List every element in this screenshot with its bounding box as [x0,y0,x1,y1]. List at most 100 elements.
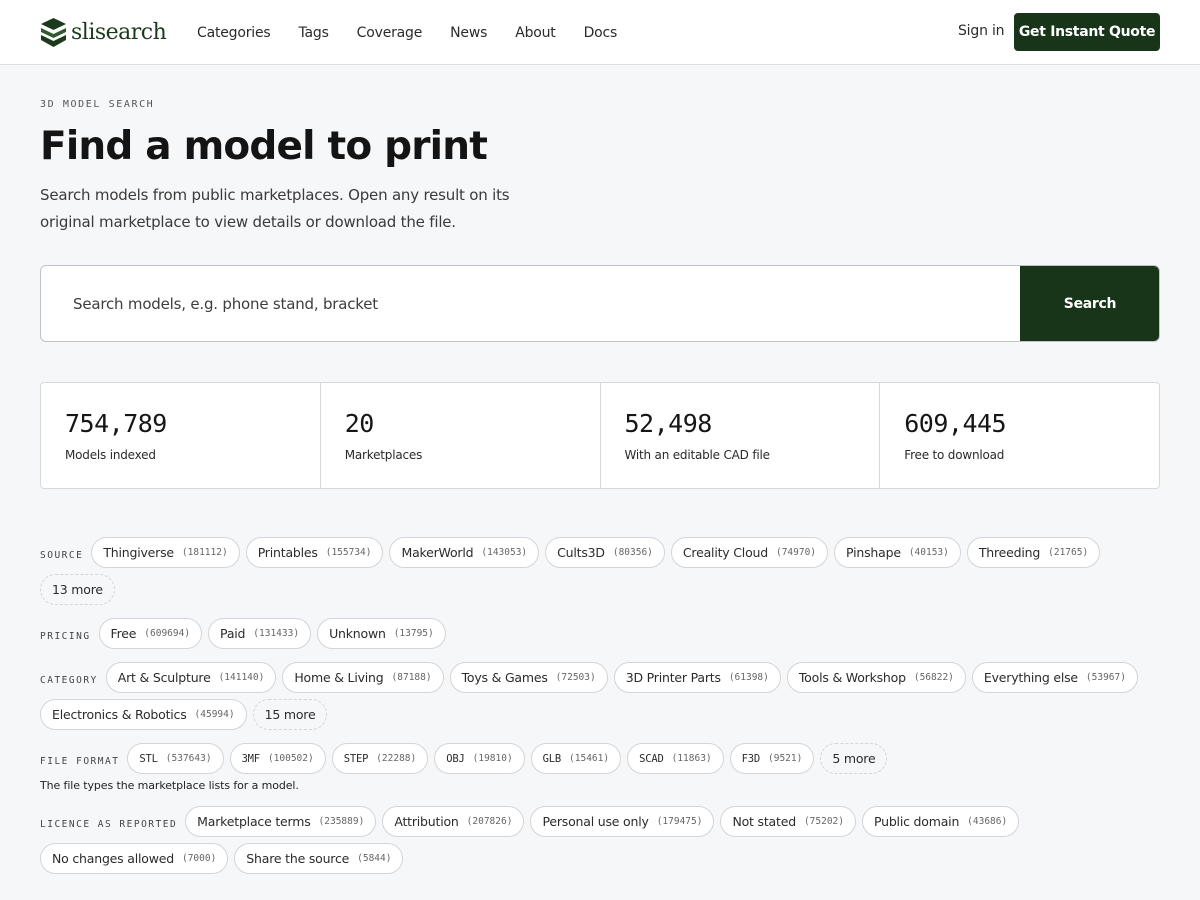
filter-row-licence: LICENCE AS REPORTED Marketplace terms (23… [40,806,1160,880]
chip-count: (5844) [357,853,392,864]
stat-models-indexed: 754,789 Models indexed [41,383,321,488]
filter-chip[interactable]: Attribution (207826) [382,806,525,837]
chip-name: Personal use only [542,814,649,829]
stat-value: 609,445 [904,409,1007,438]
page-subtitle: Search models from public marketplaces. … [40,186,510,231]
filter-chip[interactable]: GLB (15461) [530,743,622,774]
filter-chip[interactable]: Thingiverse (181112) [91,537,240,568]
chip-name: Toys & Games [461,670,548,685]
stat-value: 52,498 [624,409,713,438]
nav-docs[interactable]: Docs [584,25,618,41]
filter-chip[interactable]: Toys & Games (72503) [449,662,608,693]
chip-name: No changes allowed [52,851,174,866]
chip-count: (100502) [267,753,314,764]
filter-chip[interactable]: Cults3D (80356) [545,537,665,568]
filter-chip[interactable]: Threeding (21765) [966,537,1101,568]
chip-name: OBJ [446,752,465,765]
logo-layers-icon [41,17,66,47]
filter-chip[interactable]: STL (537643) [127,743,224,774]
nav-tags[interactable]: Tags [298,25,328,41]
chip-name: Home & Living [294,670,384,685]
chip-name: 3MF [241,752,261,765]
chip-count: (155734) [325,547,372,558]
filter-label: CATEGORY [40,675,98,686]
nav-about[interactable]: About [515,25,556,41]
show-more-chip[interactable]: 5 more [820,743,888,774]
filter-chip[interactable]: Free (609694) [98,618,203,649]
chip-count: (11863) [671,753,712,764]
search-bar: Search [40,265,1160,342]
stat-value: 754,789 [65,409,167,438]
stat-editable-cad: 52,498 With an editable CAD file [601,383,881,488]
filter-chip[interactable]: 3MF (100502) [229,743,326,774]
chip-count: (143053) [481,547,528,558]
chip-name: Paid [220,626,246,641]
search-button[interactable]: Search [1020,266,1159,341]
chip-count: (72503) [555,672,596,683]
stat-free-download: 609,445 Free to download [880,383,1159,488]
show-more-chip[interactable]: 15 more [252,699,328,730]
chip-name: 3D Printer Parts [625,670,721,685]
filter-chip[interactable]: No changes allowed (7000) [40,843,229,874]
search-input[interactable] [41,266,1020,341]
chip-name: STL [139,752,158,765]
filter-chip[interactable]: 3D Printer Parts (61398) [613,662,781,693]
filter-chip[interactable]: Share the source (5844) [234,843,404,874]
chip-count: (75202) [803,816,844,827]
page-title: Find a model to print [40,124,488,169]
filter-chip[interactable]: Public domain (43686) [861,806,1020,837]
chip-count: (21765) [1048,547,1089,558]
filter-chip[interactable]: STEP (22288) [331,743,429,774]
filter-chip[interactable]: Pinshape (40153) [834,537,961,568]
filter-chip[interactable]: Paid (131433) [208,618,312,649]
chip-count: (53967) [1085,672,1126,683]
chip-name: MakerWorld [401,545,474,560]
chip-name: Cults3D [557,545,605,560]
get-instant-quote-button[interactable]: Get Instant Quote [1014,13,1160,51]
filter-chip[interactable]: Unknown (13795) [317,618,446,649]
row-gap [40,655,1160,662]
chip-name: Thingiverse [103,545,174,560]
nav-coverage[interactable]: Coverage [357,25,423,41]
stat-value: 20 [344,409,375,438]
sign-in-link[interactable]: Sign in [958,23,1005,39]
chip-name: Attribution [394,814,459,829]
show-more-chip[interactable]: 13 more [40,574,115,605]
stat-label: Free to download [904,448,1005,462]
filter-label: PRICING [40,631,91,642]
chip-name: Everything else [983,670,1078,685]
chip-name: Threeding [978,545,1041,560]
chip-name: Pinshape [846,545,901,560]
top-navigation-bar: slisearch Categories Tags Coverage News … [0,0,1200,65]
chip-name: STEP [343,752,369,765]
stat-label: With an editable CAD file [624,448,770,462]
logo[interactable]: slisearch [40,16,167,48]
chip-name: Printables [257,545,318,560]
filter-chip[interactable]: Creality Cloud (74970) [670,537,829,568]
filter-chip[interactable]: F3D (9521) [729,743,815,774]
filter-chip[interactable]: Not stated (75202) [720,806,856,837]
filter-chip[interactable]: OBJ (19810) [434,743,525,774]
chip-name: Electronics & Robotics [52,707,187,722]
filter-chip[interactable]: Marketplace terms (235889) [185,806,377,837]
filter-chip[interactable]: Art & Sculpture (141140) [105,662,277,693]
stat-label: Marketplaces [344,448,423,462]
filter-chip[interactable]: SCAD (11863) [627,743,724,774]
filter-chip[interactable]: Tools & Workshop (56822) [786,662,966,693]
chip-count: (7000) [181,853,217,864]
nav-categories[interactable]: Categories [197,25,271,41]
chip-count: (87188) [391,672,432,683]
chip-name: Not stated [732,814,796,829]
filter-chip[interactable]: Personal use only (179475) [530,806,715,837]
filter-chip[interactable]: MakerWorld (143053) [389,537,540,568]
chip-count: (22288) [376,753,417,764]
nav-news[interactable]: News [450,25,487,41]
filter-chip[interactable]: Printables (155734) [245,537,384,568]
chip-count: (80356) [612,547,653,558]
filter-chip[interactable]: Home & Living (87188) [282,662,444,693]
chip-count: (40153) [908,547,949,558]
chip-name: GLB [542,752,562,765]
chip-name: Marketplace terms [197,814,311,829]
filter-chip[interactable]: Electronics & Robotics (45994) [40,699,247,730]
filter-chip[interactable]: Everything else (53967) [971,662,1138,693]
